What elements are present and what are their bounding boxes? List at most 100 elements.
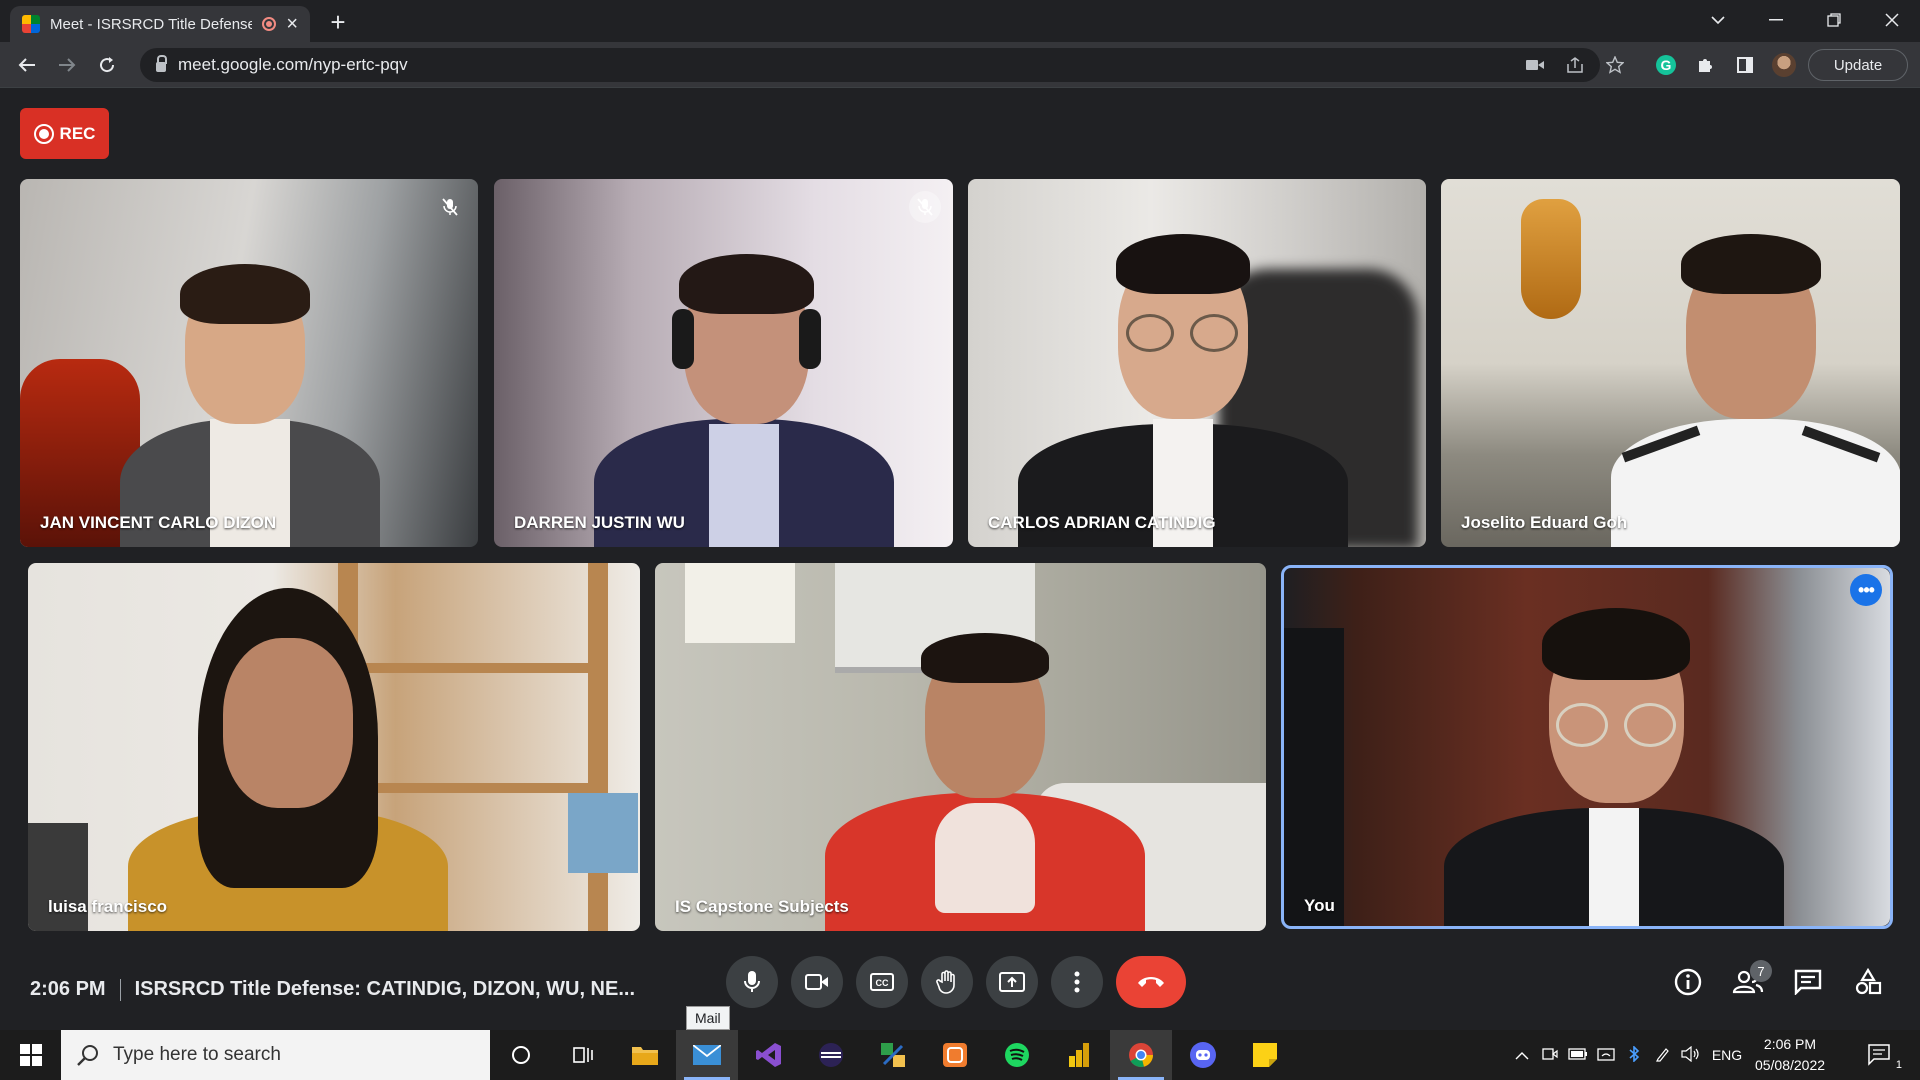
hand-icon — [936, 970, 955, 994]
app-green-icon[interactable] — [862, 1030, 924, 1080]
participant-tile[interactable]: Joselito Eduard Goh — [1441, 179, 1900, 547]
participant-tile[interactable]: JAN VINCENT CARLO DIZON — [20, 179, 478, 547]
pen-workspace-icon[interactable] — [1648, 1046, 1676, 1065]
participant-name: CARLOS ADRIAN CATINDIG — [988, 513, 1216, 532]
participant-name: JAN VINCENT CARLO DIZON — [40, 513, 277, 532]
bluetooth-icon[interactable] — [1620, 1044, 1648, 1065]
camera-tray-icon[interactable] — [1536, 1047, 1564, 1064]
present-screen-button[interactable] — [986, 956, 1038, 1008]
raise-hand-button[interactable] — [921, 956, 973, 1008]
participant-tile[interactable]: CARLOS ADRIAN CATINDIG — [968, 179, 1426, 547]
app-orange-icon[interactable] — [924, 1030, 986, 1080]
participant-name: luisa francisco — [48, 897, 168, 916]
participant-video — [128, 588, 448, 931]
share-icon[interactable] — [1564, 56, 1586, 74]
eclipse-icon[interactable] — [800, 1030, 862, 1080]
leave-call-button[interactable] — [1116, 956, 1186, 1008]
info-icon — [1674, 968, 1702, 996]
show-hidden-icons-chevron-icon[interactable] — [1508, 1047, 1536, 1063]
divider — [119, 978, 121, 1001]
restore-button[interactable] — [1806, 0, 1862, 40]
microphone-icon — [744, 971, 760, 992]
browser-toolbar: meet.google.com/nyp-ertc-pqv G Update — [0, 42, 1920, 88]
microphone-button[interactable] — [726, 956, 778, 1008]
visual-studio-icon[interactable] — [738, 1030, 800, 1080]
activities-button[interactable] — [1850, 964, 1886, 1000]
recording-label: REC — [59, 123, 96, 143]
grammarly-extension-icon[interactable]: G — [1656, 55, 1676, 75]
discord-icon[interactable] — [1172, 1030, 1234, 1080]
reload-button[interactable] — [92, 50, 122, 80]
bookmark-star-icon[interactable] — [1604, 56, 1626, 74]
mic-off-icon — [434, 191, 466, 223]
browser-tab[interactable]: Meet - ISRSRCD Title Defense × — [10, 6, 310, 42]
present-icon — [999, 972, 1025, 992]
taskbar-clock[interactable]: 2:06 PM 05/08/2022 — [1740, 1034, 1840, 1076]
meeting-info: 2:06 PM ISRSRCD Title Defense: CATINDIG, … — [30, 978, 635, 1001]
task-view-icon[interactable] — [552, 1030, 614, 1080]
chrome-icon[interactable] — [1110, 1030, 1172, 1080]
participant-video — [825, 623, 1145, 931]
update-button[interactable]: Update — [1808, 49, 1908, 81]
meeting-details-button[interactable] — [1670, 964, 1706, 1000]
record-icon — [33, 123, 54, 144]
meeting-time: 2:06 PM — [30, 978, 106, 1000]
windows-start-icon[interactable] — [0, 1030, 61, 1080]
power-bi-icon[interactable] — [1048, 1030, 1110, 1080]
participant-tile[interactable]: DARREN JUSTIN WU — [494, 179, 953, 547]
battery-icon[interactable] — [1564, 1047, 1592, 1063]
more-vert-icon — [1074, 971, 1080, 993]
search-placeholder: Type here to search — [113, 1044, 281, 1065]
windows-taskbar: Type here to search ENG 2:06 PM 05/08/20… — [0, 1030, 1920, 1080]
system-tray: ENG — [1508, 1030, 1748, 1080]
notifications-icon[interactable]: 1 — [1852, 1030, 1910, 1080]
spotify-icon[interactable] — [986, 1030, 1048, 1080]
captions-button[interactable]: CC — [856, 956, 908, 1008]
taskbar-search[interactable]: Type here to search — [61, 1030, 490, 1080]
cortana-icon[interactable] — [490, 1030, 552, 1080]
profile-avatar-icon[interactable] — [1772, 53, 1796, 77]
recording-indicator-icon — [262, 17, 277, 31]
network-icon[interactable] — [1592, 1046, 1620, 1065]
minimize-button[interactable] — [1748, 0, 1804, 40]
extensions-puzzle-icon[interactable] — [1692, 52, 1718, 78]
close-tab-icon[interactable]: × — [286, 13, 298, 36]
back-button[interactable] — [12, 50, 42, 80]
mic-off-icon — [909, 191, 941, 223]
participant-video — [1601, 209, 1900, 547]
volume-icon[interactable] — [1676, 1045, 1706, 1065]
forward-button[interactable] — [52, 50, 82, 80]
participant-video — [584, 219, 904, 547]
participant-name: IS Capstone Subjects — [675, 897, 849, 916]
participant-tile[interactable]: IS Capstone Subjects — [655, 563, 1266, 931]
svg-text:CC: CC — [876, 978, 889, 988]
more-options-button[interactable] — [1051, 956, 1103, 1008]
mail-app-icon[interactable] — [676, 1030, 738, 1080]
recording-badge[interactable]: REC — [20, 108, 109, 159]
participant-tile[interactable]: luisa francisco — [28, 563, 640, 931]
more-options-icon[interactable]: ••• — [1850, 574, 1882, 606]
taskbar-date: 05/08/2022 — [1754, 1057, 1826, 1073]
people-count-badge: 7 — [1750, 960, 1772, 982]
meeting-controls-bar: 2:06 PM ISRSRCD Title Defense: CATINDIG, … — [0, 948, 1920, 1030]
address-bar[interactable]: meet.google.com/nyp-ertc-pqv — [140, 48, 1600, 82]
chat-icon — [1794, 969, 1822, 995]
browser-tabstrip: Meet - ISRSRCD Title Defense × + — [0, 0, 1920, 42]
sticky-notes-icon[interactable] — [1234, 1030, 1296, 1080]
camera-in-use-icon[interactable] — [1524, 56, 1546, 74]
notification-count: 1 — [1895, 1059, 1902, 1071]
file-explorer-icon[interactable] — [614, 1030, 676, 1080]
chat-button[interactable] — [1790, 964, 1826, 1000]
people-button[interactable]: 7 — [1730, 960, 1772, 1000]
new-tab-button[interactable]: + — [322, 6, 354, 38]
tab-title: Meet - ISRSRCD Title Defense — [50, 15, 253, 33]
camera-button[interactable] — [791, 956, 843, 1008]
tab-search-chevron-icon[interactable] — [1690, 0, 1746, 40]
side-panel-icon[interactable] — [1732, 52, 1758, 78]
captions-icon: CC — [870, 973, 894, 991]
close-window-button[interactable] — [1864, 0, 1920, 40]
participant-name: Joselito Eduard Goh — [1461, 513, 1628, 532]
lock-icon — [156, 55, 167, 72]
participant-video — [1018, 204, 1348, 547]
participant-name: DARREN JUSTIN WU — [514, 513, 685, 532]
